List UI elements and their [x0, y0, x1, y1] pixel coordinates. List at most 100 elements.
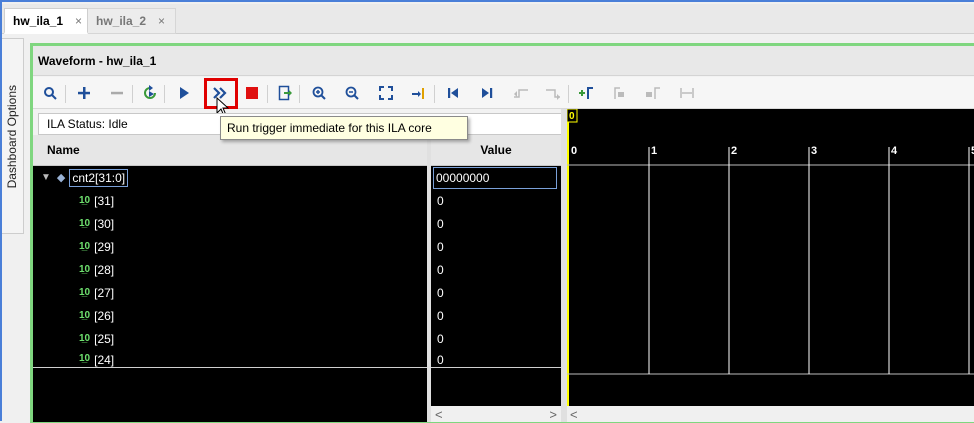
minus-icon: [111, 91, 123, 95]
signal-value: 0: [437, 353, 444, 367]
signal-name: [26]: [94, 308, 115, 323]
add-marker-button[interactable]: [575, 82, 597, 104]
list-item[interactable]: 1̲0 [25]: [79, 327, 114, 350]
previous-transition-button[interactable]: [510, 82, 532, 104]
tick-label: 2: [731, 145, 737, 157]
cursor-label: 0: [569, 111, 575, 122]
skip-back-icon: [448, 88, 458, 98]
play-icon: [180, 87, 189, 99]
signal-name: [29]: [94, 239, 115, 254]
signal-name: [31]: [94, 193, 115, 208]
signal-icon: 1̲0: [79, 333, 91, 344]
list-item[interactable]: 1̲0 [28]: [79, 258, 114, 281]
tooltip: Run trigger immediate for this ILA core: [220, 116, 468, 140]
export-button[interactable]: [274, 82, 296, 104]
stop-icon: [246, 87, 258, 99]
list-item[interactable]: 1̲0 [24]: [79, 350, 114, 367]
signal-name: [28]: [94, 262, 115, 277]
signal-name-list: ▼ ◆ cnt2[31:0] 1̲0 [31] 1̲0 [30] 1̲0 [29] 1…: [33, 166, 427, 422]
waveform-toolbar: [33, 77, 974, 117]
bus-value-row[interactable]: 00000000: [433, 166, 557, 189]
tab-label: hw_ila_1: [13, 13, 64, 28]
tick-label: 4: [891, 145, 898, 157]
zoom-search-button[interactable]: [39, 82, 61, 104]
signal-icon: 1̲0: [79, 218, 91, 229]
list-item[interactable]: 1̲0 [31]: [79, 189, 114, 212]
scroll-right-icon[interactable]: >: [549, 407, 557, 422]
remove-button[interactable]: [106, 82, 128, 104]
chevron-down-icon[interactable]: ▼: [41, 172, 51, 183]
zoom-fit-button[interactable]: [375, 82, 397, 104]
divider: [33, 367, 427, 368]
signal-name: [24]: [94, 353, 115, 367]
window-frame: hw_ila_1 × hw_ila_2 × Dashboard Options …: [0, 0, 974, 423]
signal-value: 0: [437, 308, 444, 323]
tab-bar: hw_ila_1 × hw_ila_2 ×: [2, 4, 974, 34]
signal-value: 0: [437, 285, 444, 300]
cursor-line: [567, 109, 569, 406]
zoom-in-button[interactable]: [308, 82, 330, 104]
list-item[interactable]: 0: [437, 189, 444, 212]
bus-icon: ◆: [56, 172, 66, 184]
go-to-end-button[interactable]: [476, 82, 498, 104]
add-button[interactable]: [73, 82, 95, 104]
waveform-horizontal-scrollbar[interactable]: <: [567, 406, 974, 422]
signal-icon: 1̲0: [79, 287, 91, 298]
go-to-cursor-icon: [412, 88, 424, 99]
list-item[interactable]: 1̲0 [27]: [79, 281, 114, 304]
list-item[interactable]: 1̲0 [30]: [79, 212, 114, 235]
bus-value: 00000000: [433, 166, 557, 189]
signal-icon: 1̲0: [79, 264, 91, 275]
dashboard-options-tab[interactable]: Dashboard Options: [2, 38, 24, 234]
refresh-icon: [144, 85, 156, 99]
close-icon[interactable]: ×: [75, 14, 82, 28]
panel-title: Waveform - hw_ila_1: [33, 46, 974, 76]
signal-icon: 1̲0: [79, 195, 91, 206]
next-transition-button[interactable]: [542, 82, 564, 104]
go-to-cursor-button[interactable]: [408, 82, 430, 104]
value-horizontal-scrollbar[interactable]: < >: [431, 406, 561, 422]
next-transition-icon: [546, 89, 560, 100]
scroll-left-icon[interactable]: <: [435, 407, 443, 422]
run-trigger-button[interactable]: [173, 82, 195, 104]
auto-retrigger-button[interactable]: [139, 82, 161, 104]
search-icon: [44, 87, 57, 100]
signal-value: 0: [437, 239, 444, 254]
zoom-out-button[interactable]: [341, 82, 363, 104]
add-marker-icon: [579, 87, 593, 99]
list-item[interactable]: 1̲0 [26]: [79, 304, 114, 327]
signal-icon: 1̲0: [79, 353, 91, 364]
zoom-out-icon: [345, 86, 359, 100]
scroll-left-icon[interactable]: <: [570, 407, 578, 422]
go-to-start-button[interactable]: [442, 82, 464, 104]
signal-name: [27]: [94, 285, 115, 300]
list-item[interactable]: 0: [437, 327, 444, 350]
tab-hw-ila-2[interactable]: hw_ila_2 ×: [88, 8, 176, 34]
list-item[interactable]: 0: [437, 258, 444, 281]
tick-label: 1: [651, 145, 657, 157]
list-item[interactable]: 0: [437, 212, 444, 235]
waveform-canvas[interactable]: 0012345: [567, 109, 974, 406]
next-marker-button[interactable]: [642, 82, 664, 104]
list-item[interactable]: 0: [437, 350, 444, 367]
bus-row[interactable]: ▼ ◆ cnt2[31:0]: [41, 166, 129, 189]
signal-value-list: 00000000 0 0 0 0 0 0 0 0: [431, 166, 561, 406]
previous-marker-button[interactable]: [609, 82, 631, 104]
list-item[interactable]: 1̲0 [29]: [79, 235, 114, 258]
tab-hw-ila-1[interactable]: hw_ila_1 ×: [4, 8, 88, 34]
list-item[interactable]: 0: [437, 281, 444, 304]
close-icon[interactable]: ×: [158, 14, 165, 28]
swap-cursors-button[interactable]: [676, 82, 698, 104]
signal-name: [30]: [94, 216, 115, 231]
next-marker-icon: [646, 87, 660, 99]
list-item[interactable]: 0: [437, 235, 444, 258]
zoom-in-icon: [312, 86, 326, 100]
prev-transition-icon: [514, 89, 528, 98]
stop-trigger-button[interactable]: [241, 82, 263, 104]
list-item[interactable]: 0: [437, 304, 444, 327]
export-icon: [278, 85, 292, 101]
waveform-svg: 0012345: [567, 109, 974, 406]
divider: [431, 367, 561, 368]
signal-value: 0: [437, 262, 444, 277]
tick-label: 0: [571, 145, 577, 157]
